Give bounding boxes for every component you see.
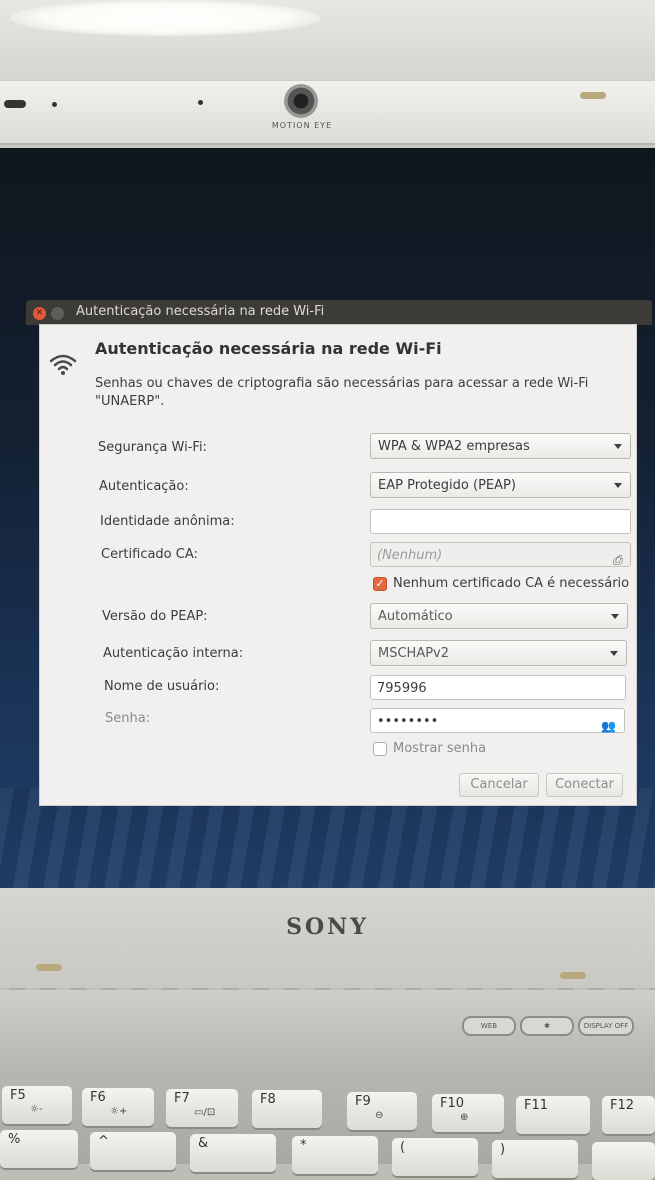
window-titlebar[interactable]: ✕ Autenticação necessária na rede Wi-Fi xyxy=(26,300,652,325)
key-f12[interactable]: F12 xyxy=(602,1096,655,1134)
screen-bezel-top xyxy=(0,80,655,145)
chevron-down-icon xyxy=(611,614,619,619)
web-button[interactable]: WEB xyxy=(462,1016,516,1036)
webcam-label: MOTION EYE xyxy=(271,121,333,130)
display-switch-icon: ▭/⊡ xyxy=(194,1107,216,1118)
close-button[interactable]: ✕ xyxy=(33,307,46,320)
key-8[interactable]: * xyxy=(292,1136,378,1174)
key-f8[interactable]: F8 xyxy=(252,1090,322,1128)
key-0[interactable]: ) xyxy=(492,1140,578,1178)
microphone-dot xyxy=(52,102,57,107)
peap-version-label: Versão do PEAP: xyxy=(102,609,208,624)
show-password-label: Mostrar senha xyxy=(393,741,487,756)
key-5[interactable]: % xyxy=(0,1130,78,1168)
key-9[interactable]: ( xyxy=(392,1138,478,1176)
key-f5[interactable]: F5 ☼- xyxy=(2,1086,72,1124)
key-f9[interactable]: F9 ⊖ xyxy=(347,1092,417,1130)
zoom-in-icon: ⊕ xyxy=(460,1112,469,1123)
key-label: ^ xyxy=(98,1134,109,1149)
key-f7[interactable]: F7 ▭/⊡ xyxy=(166,1089,238,1127)
zoom-out-icon: ⊖ xyxy=(375,1110,384,1121)
key-label: ) xyxy=(500,1142,506,1157)
anon-identity-label: Identidade anônima: xyxy=(100,514,235,529)
ca-cert-label: Certificado CA: xyxy=(101,547,198,562)
password-input[interactable]: •••••••• 👥 xyxy=(370,708,625,733)
dialog-heading: Autenticação necessária na rede Wi-Fi xyxy=(95,339,442,358)
key-label: F12 xyxy=(610,1098,635,1113)
key-label: F6 xyxy=(90,1090,106,1105)
dialog-description: Senhas ou chaves de criptografia são nec… xyxy=(95,376,589,409)
indicator-dot xyxy=(198,100,203,105)
users-icon[interactable]: 👥 xyxy=(601,714,616,739)
username-label: Nome de usuário: xyxy=(104,679,220,694)
auth-dialog: Autenticação necessária na rede Wi-Fi Se… xyxy=(40,325,636,805)
security-select[interactable]: WPA & WPA2 empresas xyxy=(370,433,631,459)
key-7[interactable]: & xyxy=(190,1134,276,1172)
security-value: WPA & WPA2 empresas xyxy=(378,439,530,454)
key-label: F11 xyxy=(524,1098,549,1113)
latch-slot xyxy=(560,972,586,979)
key-f11[interactable]: F11 xyxy=(516,1096,590,1134)
key-6[interactable]: ^ xyxy=(90,1132,176,1170)
key-f6[interactable]: F6 ☼+ xyxy=(82,1088,154,1126)
key-label: * xyxy=(300,1138,307,1153)
inner-auth-value: MSCHAPv2 xyxy=(378,646,450,661)
sensor-bar xyxy=(4,100,26,108)
chevron-down-icon xyxy=(614,444,622,449)
latch-slot xyxy=(580,92,606,99)
key-label: F5 xyxy=(10,1088,26,1103)
chevron-down-icon xyxy=(614,483,622,488)
ca-cert-value: (Nenhum) xyxy=(377,548,443,563)
username-input[interactable]: 795996 xyxy=(370,675,626,700)
key-minus[interactable] xyxy=(592,1142,655,1180)
security-label: Segurança Wi-Fi: xyxy=(98,440,207,455)
inner-auth-select[interactable]: MSCHAPv2 xyxy=(370,640,627,666)
brand-logo: SONY xyxy=(286,914,369,940)
webcam-icon xyxy=(284,84,318,118)
auth-label: Autenticação: xyxy=(99,479,189,494)
peap-version-select[interactable]: Automático xyxy=(370,603,628,629)
password-label: Senha: xyxy=(105,711,151,726)
auth-value: EAP Protegido (PEAP) xyxy=(378,478,516,493)
key-label: F8 xyxy=(260,1092,276,1107)
key-label: % xyxy=(8,1132,21,1147)
password-value: •••••••• xyxy=(377,714,439,729)
assist-button[interactable]: ✱ xyxy=(520,1016,574,1036)
key-f10[interactable]: F10 ⊕ xyxy=(432,1094,504,1132)
file-open-icon[interactable]: ⎙ xyxy=(612,548,622,573)
key-label: F9 xyxy=(355,1094,371,1109)
show-password-checkbox[interactable] xyxy=(373,742,387,756)
cancel-button[interactable]: Cancelar xyxy=(459,773,539,797)
key-label: F10 xyxy=(440,1096,465,1111)
inner-auth-label: Autenticação interna: xyxy=(103,646,244,661)
latch-slot xyxy=(36,964,62,971)
key-label: & xyxy=(198,1136,209,1151)
display-off-button[interactable]: DISPLAY OFF xyxy=(578,1016,634,1036)
minimize-button[interactable] xyxy=(51,307,64,320)
connect-button[interactable]: Conectar xyxy=(546,773,623,797)
auth-select[interactable]: EAP Protegido (PEAP) xyxy=(370,472,631,498)
brightness-down-icon: ☼- xyxy=(30,1104,43,1115)
key-label: F7 xyxy=(174,1091,190,1106)
ca-cert-field[interactable]: (Nenhum) ⎙ xyxy=(370,542,631,567)
light-glare xyxy=(10,0,320,36)
anon-identity-input[interactable] xyxy=(370,509,631,534)
chevron-down-icon xyxy=(610,651,618,656)
no-ca-label: Nenhum certificado CA é necessário xyxy=(393,576,630,591)
key-label: ( xyxy=(400,1140,406,1155)
window-title: Autenticação necessária na rede Wi-Fi xyxy=(76,304,325,319)
peap-version-value: Automático xyxy=(378,609,453,624)
no-ca-checkbox[interactable]: ✓ xyxy=(373,577,387,591)
wifi-icon xyxy=(49,354,77,375)
brightness-up-icon: ☼+ xyxy=(110,1106,128,1117)
